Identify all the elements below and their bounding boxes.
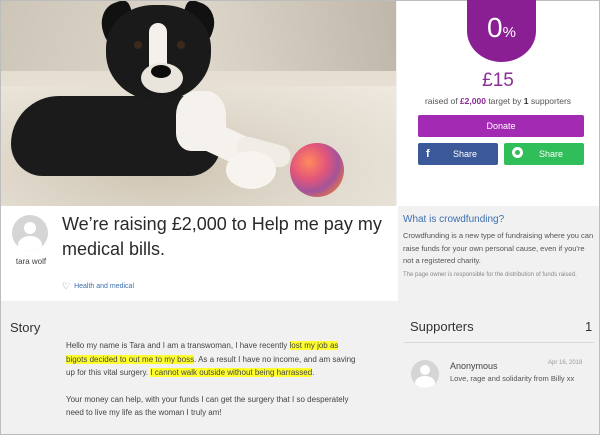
whatsapp-icon <box>512 147 528 161</box>
crowdfunding-info-note: The page owner is responsible for the di… <box>403 272 577 278</box>
progress-circle: 0% <box>467 0 536 62</box>
divider <box>404 342 594 343</box>
story-heading: Story <box>10 320 41 335</box>
story-paragraph: Your money can help, with your funds I c… <box>66 394 349 418</box>
dog-paw <box>226 151 276 189</box>
supporters-heading: Supporters <box>410 319 474 334</box>
dog-eye <box>134 41 142 49</box>
supporters-count: 1 <box>585 319 593 334</box>
supporter-count: 1 <box>523 96 529 106</box>
raised-prefix: raised of <box>424 96 458 106</box>
facebook-icon: f <box>426 148 430 160</box>
facebook-share-label: Share <box>452 149 478 159</box>
progress-percent: 0 <box>487 12 503 43</box>
target-amount: £2,000 <box>459 96 486 106</box>
story-text: Hello my name is Tara and I am a transwo… <box>66 339 356 433</box>
ball <box>290 143 344 197</box>
raised-summary: raised of £2,000 target by 1 supporters <box>397 96 599 106</box>
crowdfunding-info-title[interactable]: What is crowdfunding? <box>403 214 504 225</box>
owner-avatar[interactable] <box>12 215 48 251</box>
donate-button[interactable]: Donate <box>418 115 584 137</box>
dog-eye <box>177 41 185 49</box>
campaign-title: We’re raising £2,000 to Help me pay my m… <box>62 214 382 259</box>
category-label[interactable]: Health and medical <box>74 283 134 290</box>
supporters-word: supporters <box>530 96 572 106</box>
campaign-photo <box>1 1 396 206</box>
whatsapp-share-button[interactable]: Share <box>504 143 584 165</box>
target-suffix: target by <box>488 96 522 106</box>
donate-button-label: Donate <box>486 121 516 131</box>
facebook-share-button[interactable]: f Share <box>418 143 498 165</box>
raised-amount: £15 <box>482 70 514 91</box>
story-paragraph: Hello my name is Tara and I am a transwo… <box>66 339 356 380</box>
whatsapp-share-label: Share <box>538 149 564 159</box>
supporter-date: Apr 16, 2018 <box>548 360 583 366</box>
story-text-segment: . <box>312 368 315 377</box>
dog-nose <box>151 65 171 78</box>
supporter-name: Anonymous <box>450 361 498 371</box>
heart-icon: ♡ <box>62 281 71 291</box>
campaign-category[interactable]: ♡ Health and medical <box>62 282 134 291</box>
owner-name[interactable]: tara wolf <box>2 257 60 266</box>
crowdfunding-info-text: Crowdfunding is a new type of fundraisin… <box>403 231 594 265</box>
supporter-avatar <box>411 360 439 388</box>
progress-percent-sign: % <box>502 24 516 41</box>
story-highlight: I cannot walk outside without being harr… <box>150 368 313 377</box>
supporter-message: Love, rage and solidarity from Billy xx <box>450 374 575 383</box>
story-text-segment: Hello my name is Tara and I am a transwo… <box>66 341 290 350</box>
